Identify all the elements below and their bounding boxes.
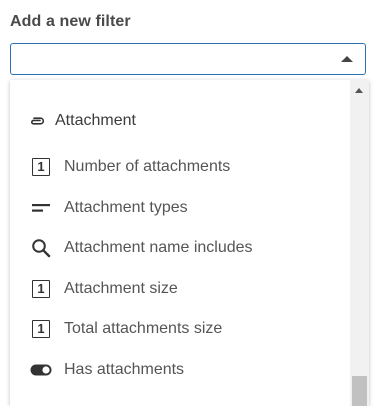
text-lines-icon (30, 197, 52, 219)
number-box-icon: 1 (30, 278, 52, 300)
number-box-icon: 1 (30, 318, 52, 340)
filter-select[interactable] (10, 43, 366, 75)
option-has-attachments[interactable]: Has attachments (30, 358, 184, 382)
option-label: Attachment types (64, 199, 188, 216)
option-label: Attachment size (64, 280, 178, 297)
option-attachment-size[interactable]: 1 Attachment size (30, 277, 178, 301)
option-attachment-name-includes[interactable]: Attachment name includes (30, 236, 253, 260)
search-icon (30, 237, 52, 259)
option-label: Number of attachments (64, 158, 231, 175)
option-label: Attachment name includes (64, 239, 253, 256)
filter-label: Add a new filter (10, 13, 131, 30)
option-total-attachments-size[interactable]: 1 Total attachments size (30, 317, 222, 341)
number-box-icon: 1 (30, 156, 52, 178)
paperclip-icon (28, 112, 46, 130)
option-label: Total attachments size (64, 320, 223, 337)
option-number-of-attachments[interactable]: 1 Number of attachments (30, 155, 230, 179)
scrollbar-thumb[interactable] (352, 376, 367, 406)
filter-dropdown-list: Attachment 1 Number of attachments Attac… (10, 80, 369, 406)
scroll-up-arrow-icon[interactable] (355, 88, 363, 93)
chevron-up-icon[interactable] (341, 56, 353, 62)
filter-panel: Add a new filter Attachment 1 Number of … (0, 0, 373, 406)
dropdown-scrollbar[interactable] (350, 80, 369, 406)
option-attachment-types[interactable]: Attachment types (30, 196, 188, 220)
group-header-label: Attachment (55, 112, 136, 129)
option-label: Has attachments (64, 361, 185, 378)
toggle-icon (30, 359, 52, 381)
group-header-attachment: Attachment (28, 111, 136, 131)
